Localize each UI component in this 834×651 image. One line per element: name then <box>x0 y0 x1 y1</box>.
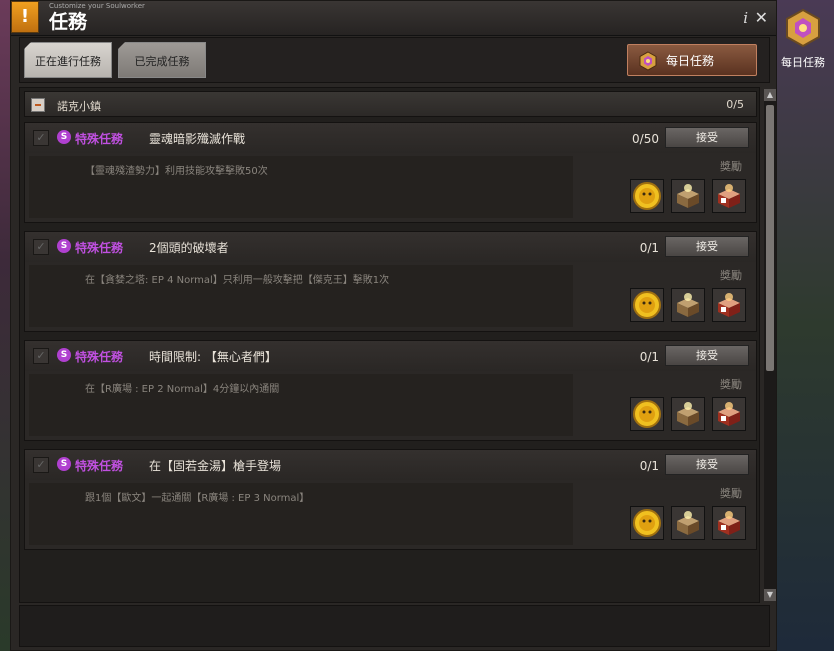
quest-description-box: 跟1個【歐文】一起通關【R廣場 : EP 3 Normal】 <box>29 483 573 545</box>
red-box-icon[interactable] <box>712 179 746 213</box>
red-box-icon[interactable] <box>712 397 746 431</box>
treasure-box-icon[interactable] <box>670 506 705 540</box>
quest-description-box: 在【貪婪之塔: EP 4 Normal】只利用一般攻擊把【傑克王】擊敗1次 <box>29 265 573 327</box>
reward-label: 獎勵 <box>720 160 742 173</box>
quest-progress: 0/1 <box>639 350 659 364</box>
quest-description: 【靈魂殘渣勢力】利用技能攻擊擊敗50次 <box>85 166 268 177</box>
collapse-icon[interactable] <box>31 98 45 112</box>
quest-description-box: 在【R廣場 : EP 2 Normal】4分鐘以內通關 <box>29 374 573 436</box>
reward-label: 獎勵 <box>720 487 742 500</box>
side-daily-quest-button[interactable]: 每日任務 <box>774 8 832 70</box>
special-quest-icon: S <box>57 457 71 471</box>
tab-completed[interactable]: 已完成任務 <box>118 42 206 78</box>
quest-checkbox[interactable]: ✓ <box>33 239 49 255</box>
tab-notch <box>118 42 125 49</box>
gold-coin-icon[interactable] <box>629 288 664 322</box>
close-icon[interactable]: ✕ <box>755 8 768 27</box>
accept-button[interactable]: 接受 <box>665 127 749 148</box>
gold-coin-icon[interactable] <box>629 179 664 213</box>
accept-button[interactable]: 接受 <box>665 454 749 475</box>
reward-label: 獎勵 <box>720 269 742 282</box>
treasure-box-icon[interactable] <box>670 288 705 322</box>
footer-bar <box>19 605 770 647</box>
quest-type: 特殊任務 <box>75 350 124 364</box>
scrollbar[interactable]: ▲ ▼ <box>764 89 776 601</box>
quest-title: 靈魂暗影殲滅作戰 <box>149 132 246 146</box>
red-box-icon[interactable] <box>712 288 746 322</box>
title-bar: ! Customize your Soulworker 任務 i ✕ <box>11 1 776 36</box>
gold-coin-icon[interactable] <box>629 397 664 431</box>
quest-description-box: 【靈魂殘渣勢力】利用技能攻擊擊敗50次 <box>29 156 573 218</box>
special-quest-icon: S <box>57 348 71 362</box>
hexagon-icon <box>786 8 820 48</box>
info-icon[interactable]: i <box>743 9 748 27</box>
tab-toolbar: 正在進行任務 已完成任務 每日任務 <box>19 37 770 83</box>
quest-item: ✓ S 特殊任務 時間限制: 【無心者們】 0/1 接受 在【R廣場 : EP … <box>24 340 757 441</box>
quest-list: 諾克小鎮 0/5 ✓ S 特殊任務 靈魂暗影殲滅作戰 0/50 接受 【靈魂殘渣… <box>19 87 760 603</box>
quest-type: 特殊任務 <box>75 459 124 473</box>
reward-list <box>628 397 746 433</box>
quest-progress: 0/50 <box>632 132 659 146</box>
quest-progress: 0/1 <box>639 459 659 473</box>
treasure-box-icon[interactable] <box>670 179 705 213</box>
quest-type: 特殊任務 <box>75 132 124 146</box>
quest-item: ✓ S 特殊任務 2個頭的破壞者 0/1 接受 在【貪婪之塔: EP 4 Nor… <box>24 231 757 332</box>
quest-checkbox[interactable]: ✓ <box>33 130 49 146</box>
gold-coin-icon[interactable] <box>629 506 664 540</box>
quest-window: ! Customize your Soulworker 任務 i ✕ 正在進行任… <box>10 0 777 651</box>
window-title: 任務 <box>49 11 88 33</box>
quest-description: 跟1個【歐文】一起通關【R廣場 : EP 3 Normal】 <box>85 493 310 504</box>
exclamation-icon: ! <box>11 1 39 33</box>
tab-notch <box>24 42 31 49</box>
accept-button[interactable]: 接受 <box>665 345 749 366</box>
reward-list <box>628 288 746 324</box>
tab-in-progress[interactable]: 正在進行任務 <box>24 42 112 78</box>
red-box-icon[interactable] <box>712 506 746 540</box>
quest-progress: 0/1 <box>639 241 659 255</box>
quest-description: 在【貪婪之塔: EP 4 Normal】只利用一般攻擊把【傑克王】擊敗1次 <box>85 275 390 286</box>
reward-list <box>628 179 746 215</box>
quest-title: 2個頭的破壞者 <box>149 241 229 255</box>
reward-list <box>628 506 746 542</box>
quest-type: 特殊任務 <box>75 241 124 255</box>
treasure-box-icon[interactable] <box>670 397 705 431</box>
scroll-up-icon[interactable]: ▲ <box>764 89 776 101</box>
quest-item: ✓ S 特殊任務 靈魂暗影殲滅作戰 0/50 接受 【靈魂殘渣勢力】利用技能攻擊… <box>24 122 757 223</box>
quest-checkbox[interactable]: ✓ <box>33 457 49 473</box>
group-count: 0/5 <box>726 98 744 111</box>
daily-quest-button[interactable]: 每日任務 <box>627 44 757 76</box>
tab-label: 正在進行任務 <box>35 55 101 68</box>
quest-checkbox[interactable]: ✓ <box>33 348 49 364</box>
tab-label: 已完成任務 <box>134 55 190 68</box>
game-background-right <box>776 0 834 651</box>
quest-item: ✓ S 特殊任務 在【固若金湯】槍手登場 0/1 接受 跟1個【歐文】一起通關【… <box>24 449 757 550</box>
reward-label: 獎勵 <box>720 378 742 391</box>
group-header[interactable]: 諾克小鎮 0/5 <box>24 91 757 117</box>
hexagon-icon <box>639 51 657 71</box>
special-quest-icon: S <box>57 130 71 144</box>
accept-button[interactable]: 接受 <box>665 236 749 257</box>
quest-title: 在【固若金湯】槍手登場 <box>149 459 282 473</box>
daily-quest-label: 每日任務 <box>666 54 715 68</box>
scroll-thumb[interactable] <box>766 105 774 371</box>
quest-description: 在【R廣場 : EP 2 Normal】4分鐘以內通關 <box>85 384 280 395</box>
quest-title: 時間限制: 【無心者們】 <box>149 350 277 364</box>
group-name: 諾克小鎮 <box>57 100 101 113</box>
scroll-down-icon[interactable]: ▼ <box>764 589 776 601</box>
special-quest-icon: S <box>57 239 71 253</box>
side-daily-label: 每日任務 <box>781 56 825 69</box>
